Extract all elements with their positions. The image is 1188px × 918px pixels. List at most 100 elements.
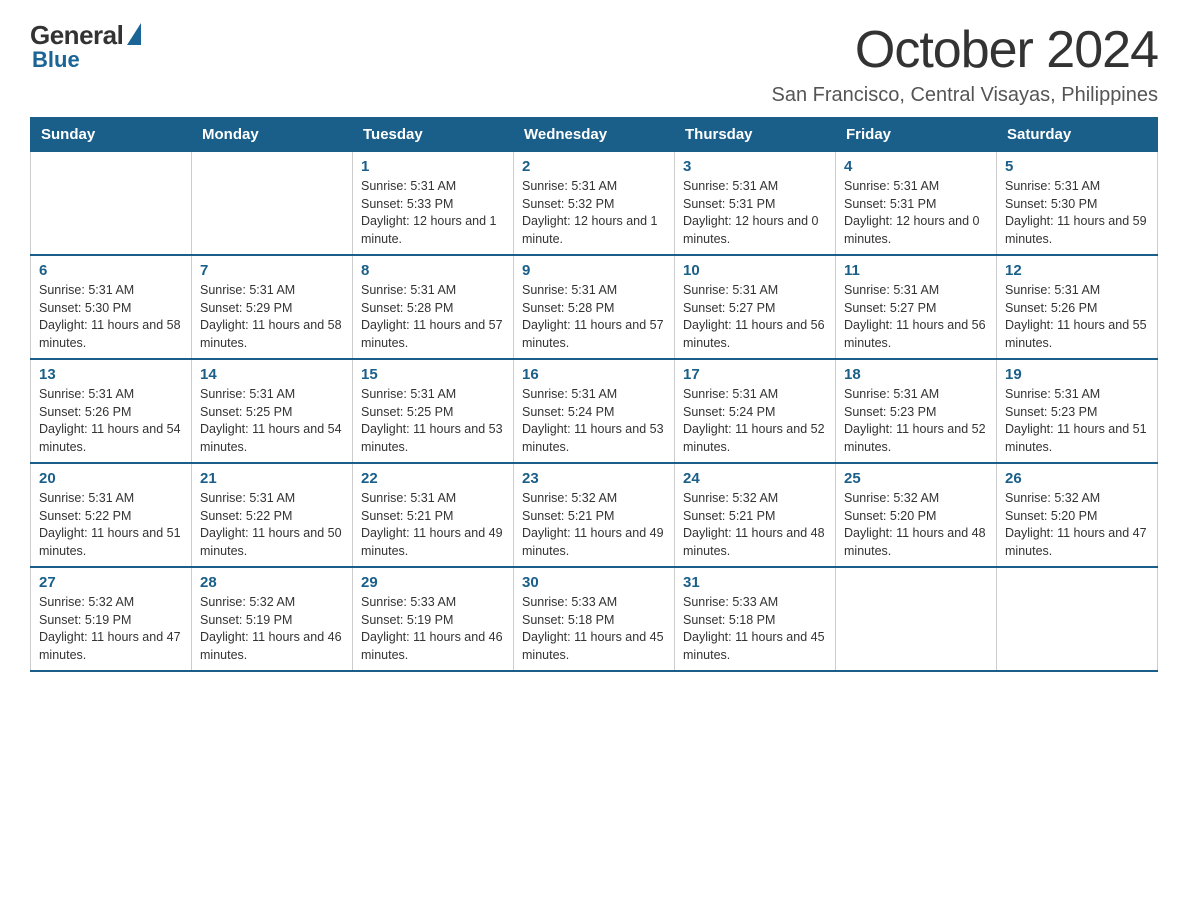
calendar-cell: 4 Sunrise: 5:31 AMSunset: 5:31 PMDaylight… — [836, 152, 997, 256]
calendar-cell: 27 Sunrise: 5:32 AMSunset: 5:19 PMDayligh… — [31, 567, 192, 671]
day-number: 23 — [522, 470, 666, 487]
calendar-header-row: SundayMondayTuesdayWednesdayThursdayFrid… — [31, 118, 1158, 152]
calendar-week-row: 6 Sunrise: 5:31 AMSunset: 5:30 PMDaylight… — [31, 255, 1158, 359]
day-info: Sunrise: 5:32 AMSunset: 5:19 PMDaylight:… — [39, 594, 183, 664]
day-number: 4 — [844, 158, 988, 175]
day-number: 15 — [361, 366, 505, 383]
location-title: San Francisco, Central Visayas, Philippi… — [772, 84, 1158, 107]
day-number: 9 — [522, 262, 666, 279]
day-number: 3 — [683, 158, 827, 175]
day-number: 11 — [844, 262, 988, 279]
title-block: October 2024 San Francisco, Central Visa… — [772, 20, 1158, 107]
calendar-cell: 8 Sunrise: 5:31 AMSunset: 5:28 PMDaylight… — [353, 255, 514, 359]
day-number: 27 — [39, 574, 183, 591]
day-number: 17 — [683, 366, 827, 383]
calendar-week-row: 27 Sunrise: 5:32 AMSunset: 5:19 PMDayligh… — [31, 567, 1158, 671]
day-info: Sunrise: 5:31 AMSunset: 5:22 PMDaylight:… — [200, 490, 344, 560]
calendar-cell: 31Sunrise: 5:33 AMSunset: 5:18 PMDayligh… — [675, 567, 836, 671]
month-title: October 2024 — [772, 20, 1158, 80]
day-info: Sunrise: 5:31 AMSunset: 5:32 PMDaylight:… — [522, 178, 666, 248]
calendar-header-wednesday: Wednesday — [514, 118, 675, 152]
day-info: Sunrise: 5:31 AMSunset: 5:29 PMDaylight:… — [200, 282, 344, 352]
calendar-cell: 13Sunrise: 5:31 AMSunset: 5:26 PMDayligh… — [31, 359, 192, 463]
day-number: 16 — [522, 366, 666, 383]
day-info: Sunrise: 5:31 AMSunset: 5:31 PMDaylight:… — [844, 178, 988, 248]
day-info: Sunrise: 5:33 AMSunset: 5:18 PMDaylight:… — [522, 594, 666, 664]
day-info: Sunrise: 5:32 AMSunset: 5:20 PMDaylight:… — [1005, 490, 1149, 560]
day-info: Sunrise: 5:32 AMSunset: 5:19 PMDaylight:… — [200, 594, 344, 664]
calendar-cell: 12 Sunrise: 5:31 AMSunset: 5:26 PMDayligh… — [997, 255, 1158, 359]
calendar-cell: 29 Sunrise: 5:33 AMSunset: 5:19 PMDayligh… — [353, 567, 514, 671]
day-number: 24 — [683, 470, 827, 487]
calendar-header-friday: Friday — [836, 118, 997, 152]
day-number: 22 — [361, 470, 505, 487]
day-info: Sunrise: 5:31 AMSunset: 5:28 PMDaylight:… — [522, 282, 666, 352]
calendar-cell: 15 Sunrise: 5:31 AMSunset: 5:25 PMDayligh… — [353, 359, 514, 463]
day-number: 7 — [200, 262, 344, 279]
calendar-cell: 10Sunrise: 5:31 AMSunset: 5:27 PMDayligh… — [675, 255, 836, 359]
day-info: Sunrise: 5:33 AMSunset: 5:19 PMDaylight:… — [361, 594, 505, 664]
calendar-cell: 21 Sunrise: 5:31 AMSunset: 5:22 PMDayligh… — [192, 463, 353, 567]
day-info: Sunrise: 5:31 AMSunset: 5:25 PMDaylight:… — [361, 386, 505, 456]
calendar-cell — [997, 567, 1158, 671]
day-info: Sunrise: 5:31 AMSunset: 5:31 PMDaylight:… — [683, 178, 827, 248]
calendar-cell: 26 Sunrise: 5:32 AMSunset: 5:20 PMDayligh… — [997, 463, 1158, 567]
calendar-cell: 25Sunrise: 5:32 AMSunset: 5:20 PMDayligh… — [836, 463, 997, 567]
day-number: 14 — [200, 366, 344, 383]
day-number: 13 — [39, 366, 183, 383]
day-info: Sunrise: 5:31 AMSunset: 5:26 PMDaylight:… — [1005, 282, 1149, 352]
calendar-cell: 16 Sunrise: 5:31 AMSunset: 5:24 PMDayligh… — [514, 359, 675, 463]
day-info: Sunrise: 5:32 AMSunset: 5:21 PMDaylight:… — [522, 490, 666, 560]
day-number: 5 — [1005, 158, 1149, 175]
calendar-week-row: 13Sunrise: 5:31 AMSunset: 5:26 PMDayligh… — [31, 359, 1158, 463]
day-info: Sunrise: 5:31 AMSunset: 5:23 PMDaylight:… — [1005, 386, 1149, 456]
day-info: Sunrise: 5:31 AMSunset: 5:24 PMDaylight:… — [683, 386, 827, 456]
logo: General Blue — [30, 20, 141, 73]
day-number: 12 — [1005, 262, 1149, 279]
calendar-cell — [31, 152, 192, 256]
calendar-header-saturday: Saturday — [997, 118, 1158, 152]
calendar-cell: 24Sunrise: 5:32 AMSunset: 5:21 PMDayligh… — [675, 463, 836, 567]
page-header: General Blue October 2024 San Francisco,… — [30, 20, 1158, 107]
day-number: 21 — [200, 470, 344, 487]
day-number: 26 — [1005, 470, 1149, 487]
day-info: Sunrise: 5:31 AMSunset: 5:22 PMDaylight:… — [39, 490, 183, 560]
calendar-cell: 5Sunrise: 5:31 AMSunset: 5:30 PMDaylight… — [997, 152, 1158, 256]
calendar-cell: 6 Sunrise: 5:31 AMSunset: 5:30 PMDaylight… — [31, 255, 192, 359]
calendar-cell: 11Sunrise: 5:31 AMSunset: 5:27 PMDayligh… — [836, 255, 997, 359]
day-info: Sunrise: 5:31 AMSunset: 5:33 PMDaylight:… — [361, 178, 505, 248]
calendar-cell — [836, 567, 997, 671]
calendar-header-monday: Monday — [192, 118, 353, 152]
calendar-header-sunday: Sunday — [31, 118, 192, 152]
day-info: Sunrise: 5:31 AMSunset: 5:30 PMDaylight:… — [39, 282, 183, 352]
day-number: 20 — [39, 470, 183, 487]
calendar-cell: 14Sunrise: 5:31 AMSunset: 5:25 PMDayligh… — [192, 359, 353, 463]
day-number: 8 — [361, 262, 505, 279]
logo-triangle-icon — [127, 23, 141, 45]
day-number: 1 — [361, 158, 505, 175]
day-info: Sunrise: 5:31 AMSunset: 5:27 PMDaylight:… — [683, 282, 827, 352]
calendar-cell: 17 Sunrise: 5:31 AMSunset: 5:24 PMDayligh… — [675, 359, 836, 463]
day-info: Sunrise: 5:31 AMSunset: 5:21 PMDaylight:… — [361, 490, 505, 560]
calendar-cell: 2 Sunrise: 5:31 AMSunset: 5:32 PMDaylight… — [514, 152, 675, 256]
logo-blue-text: Blue — [32, 47, 80, 73]
day-info: Sunrise: 5:33 AMSunset: 5:18 PMDaylight:… — [683, 594, 827, 664]
day-number: 6 — [39, 262, 183, 279]
day-info: Sunrise: 5:31 AMSunset: 5:24 PMDaylight:… — [522, 386, 666, 456]
day-number: 19 — [1005, 366, 1149, 383]
calendar-header-tuesday: Tuesday — [353, 118, 514, 152]
day-number: 2 — [522, 158, 666, 175]
day-number: 29 — [361, 574, 505, 591]
calendar-cell: 30Sunrise: 5:33 AMSunset: 5:18 PMDayligh… — [514, 567, 675, 671]
calendar-header-thursday: Thursday — [675, 118, 836, 152]
calendar-cell: 19 Sunrise: 5:31 AMSunset: 5:23 PMDayligh… — [997, 359, 1158, 463]
day-number: 28 — [200, 574, 344, 591]
day-info: Sunrise: 5:31 AMSunset: 5:28 PMDaylight:… — [361, 282, 505, 352]
calendar-cell: 28 Sunrise: 5:32 AMSunset: 5:19 PMDayligh… — [192, 567, 353, 671]
day-info: Sunrise: 5:32 AMSunset: 5:20 PMDaylight:… — [844, 490, 988, 560]
calendar-cell: 22 Sunrise: 5:31 AMSunset: 5:21 PMDayligh… — [353, 463, 514, 567]
day-info: Sunrise: 5:31 AMSunset: 5:23 PMDaylight:… — [844, 386, 988, 456]
calendar-cell: 9 Sunrise: 5:31 AMSunset: 5:28 PMDaylight… — [514, 255, 675, 359]
calendar-week-row: 20 Sunrise: 5:31 AMSunset: 5:22 PMDayligh… — [31, 463, 1158, 567]
calendar-week-row: 1 Sunrise: 5:31 AMSunset: 5:33 PMDaylight… — [31, 152, 1158, 256]
